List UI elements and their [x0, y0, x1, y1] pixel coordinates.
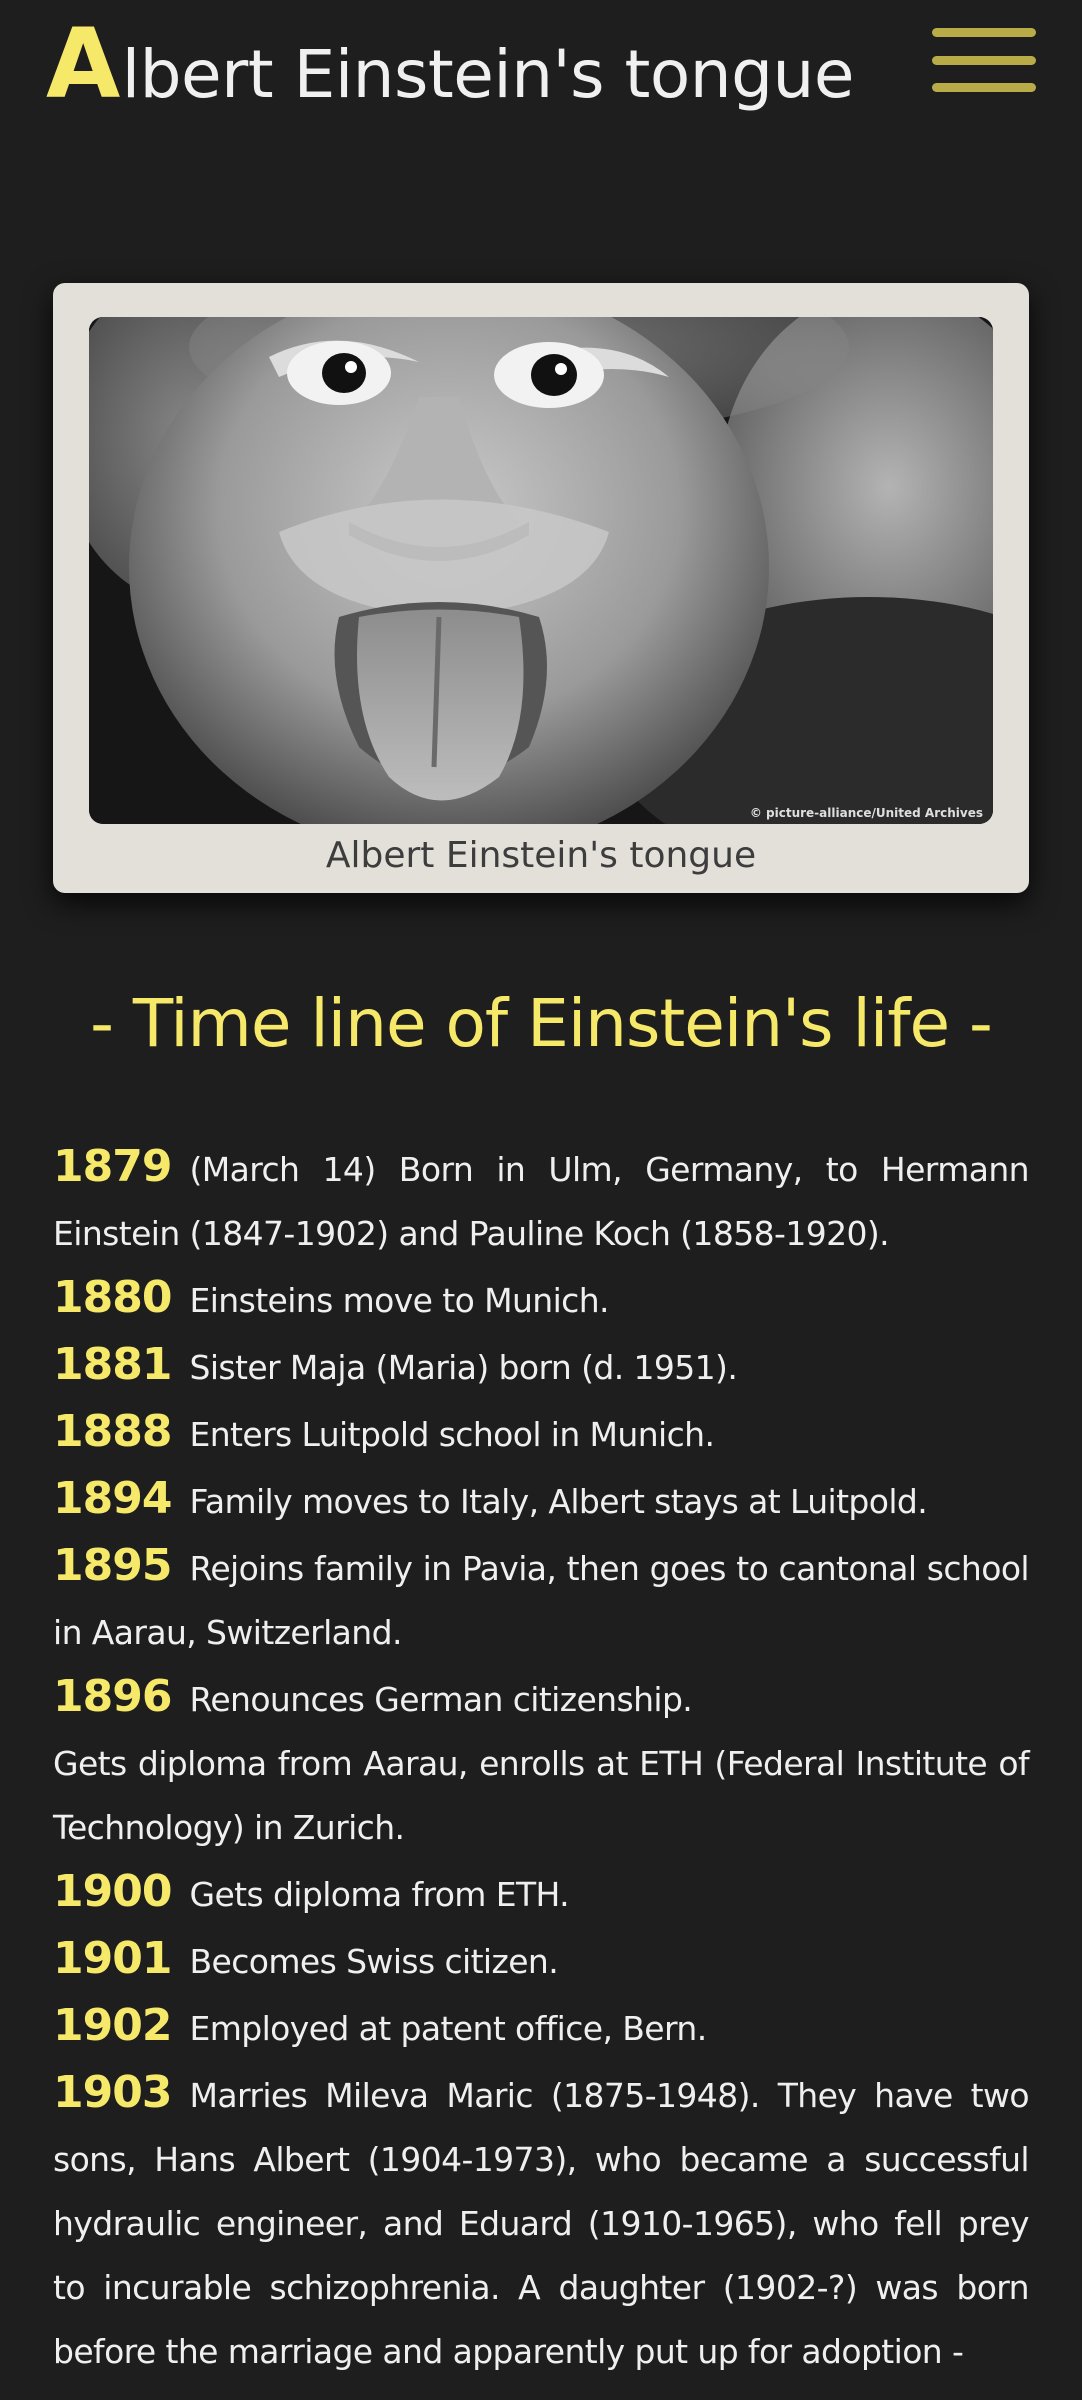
menu-bar-top	[932, 28, 1036, 37]
timeline-year: 1894	[53, 1473, 172, 1524]
timeline-entry: 1879 (March 14) Born in Ulm, Germany, to …	[53, 1135, 1030, 1266]
timeline-year: 1903	[53, 2067, 172, 2118]
timeline-entry: 1894 Family moves to Italy, Albert stays …	[53, 1467, 1029, 1534]
timeline-text: Sister Maja (Maria) born (d. 1951).	[189, 1348, 738, 1387]
menu-bar-bottom	[932, 83, 1036, 92]
timeline-entry: 1902 Employed at patent office, Bern.	[53, 1994, 1029, 2061]
title-text: lbert Einstein's tongue	[121, 36, 855, 113]
timeline-list: 1879 (March 14) Born in Ulm, Germany, to …	[53, 1135, 1030, 2384]
timeline-year: 1896	[53, 1671, 172, 1722]
timeline-year: 1888	[53, 1406, 172, 1457]
photo-caption: Albert Einstein's tongue	[325, 835, 757, 876]
timeline-year: 1900	[53, 1866, 172, 1917]
timeline-entry: 1888 Enters Luitpold school in Munich.	[53, 1400, 1029, 1467]
timeline-entry: 1896 Renounces German citizenship.	[53, 1665, 1029, 1732]
timeline-entry: 1895 Rejoins family in Pavia, then goes t…	[53, 1534, 1030, 1665]
timeline-entry: 1900 Gets diploma from ETH.	[53, 1860, 1029, 1927]
einstein-photo-illustration	[89, 317, 993, 824]
site-header: Albert Einstein's tongue	[0, 0, 1082, 120]
site-title[interactable]: Albert Einstein's tongue	[46, 11, 855, 118]
timeline-entry: 1903 Marries Mileva Maric (1875-1948). Th…	[53, 2061, 1030, 2384]
timeline-text: Gets diploma from ETH.	[189, 1875, 570, 1914]
timeline-entry: 1881 Sister Maja (Maria) born (d. 1951).	[53, 1333, 1029, 1400]
hamburger-menu-icon[interactable]	[932, 28, 1036, 92]
timeline-text: Rejoins family in Pavia, then goes to ca…	[53, 1549, 1030, 1652]
menu-bar-middle	[932, 55, 1036, 65]
timeline-text: (March 14) Born in Ulm, Germany, to Herm…	[53, 1150, 1030, 1253]
timeline-heading: - Time line of Einstein's life -	[90, 985, 993, 1062]
timeline-year: 1902	[53, 2000, 172, 2051]
title-initial: A	[46, 8, 120, 120]
timeline-entry: 1880 Einsteins move to Munich.	[53, 1266, 1029, 1333]
einstein-photo: © picture-alliance/United Archives	[89, 317, 993, 824]
timeline-text: Becomes Swiss citizen.	[189, 1942, 559, 1981]
timeline-text: Renounces German citizenship.	[189, 1680, 693, 1719]
timeline-year: 1880	[53, 1272, 172, 1323]
timeline-text: Marries Mileva Maric (1875-1948). They h…	[53, 2076, 1030, 2371]
timeline-text: Einsteins move to Munich.	[189, 1281, 609, 1320]
photo-credit: © picture-alliance/United Archives	[749, 806, 983, 820]
timeline-year: 1879	[53, 1141, 172, 1192]
timeline-text: Family moves to Italy, Albert stays at L…	[189, 1482, 928, 1521]
timeline-text: Gets diploma from Aarau, enrolls at ETH …	[53, 1744, 1030, 1847]
timeline-year: 1901	[53, 1933, 172, 1984]
timeline-year: 1881	[53, 1339, 172, 1390]
timeline-entry: Gets diploma from Aarau, enrolls at ETH …	[53, 1732, 1030, 1860]
timeline-entry: 1901 Becomes Swiss citizen.	[53, 1927, 1029, 1994]
timeline-text: Employed at patent office, Bern.	[189, 2009, 707, 2048]
timeline-year: 1895	[53, 1540, 172, 1591]
photo-card: © picture-alliance/United Archives Alber…	[53, 283, 1029, 893]
timeline-text: Enters Luitpold school in Munich.	[189, 1415, 715, 1454]
